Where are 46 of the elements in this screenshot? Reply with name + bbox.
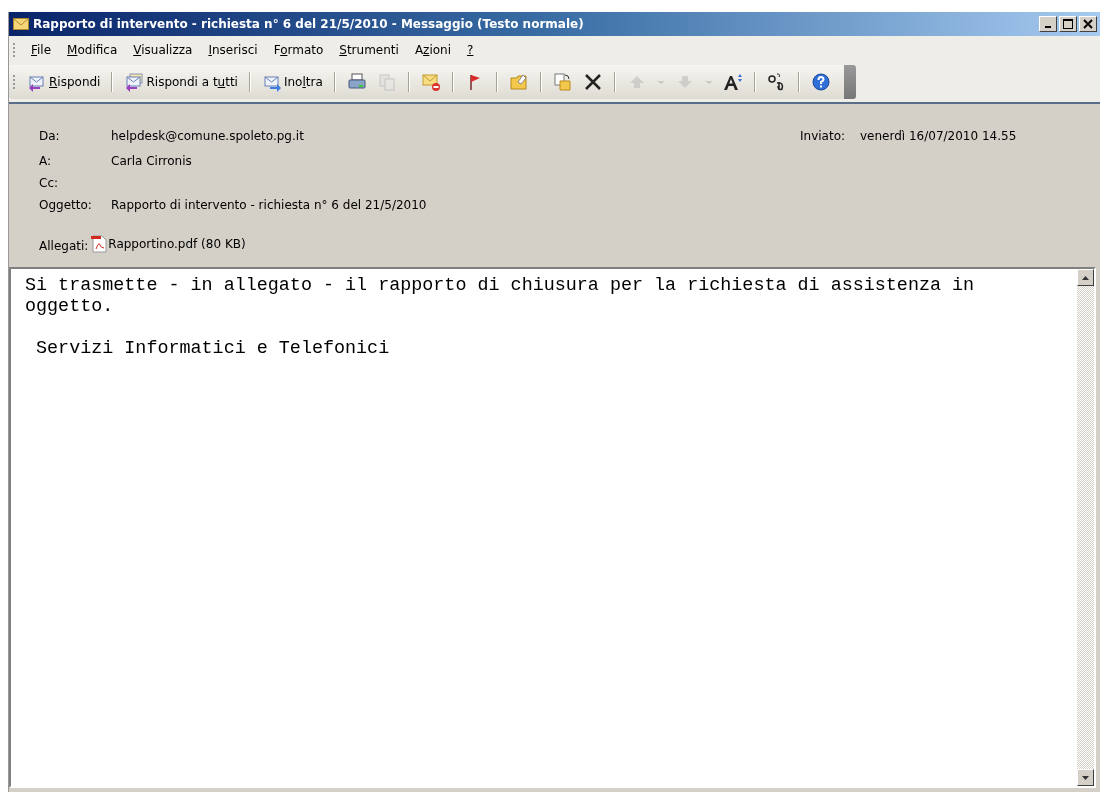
down-arrow-icon: [1082, 775, 1089, 780]
minimize-button[interactable]: [1039, 16, 1057, 32]
recipient-name: Carla Cirronis: [111, 154, 192, 168]
sender-address: helpdesk@comune.spoleto.pg.it: [111, 129, 305, 143]
envelope-icon: [13, 18, 29, 30]
paste-folder-icon: [552, 72, 573, 92]
help-icon: [810, 72, 831, 92]
menu-item[interactable]: Formato: [266, 41, 331, 59]
subject-text: Rapporto di intervento - richiesta n° 6 del 21/5/2010: [111, 198, 427, 212]
font-size-icon: [722, 72, 743, 92]
window-title: Rapporto di intervento - richiesta n° 6 del 21/5/2010 - Messaggio (Testo normale): [33, 17, 585, 31]
field-label: Cc:: [39, 176, 60, 190]
toolbar-options-icon[interactable]: [843, 65, 856, 99]
menu-item[interactable]: ?: [460, 41, 481, 59]
field-label: A:: [39, 154, 53, 168]
scroll-up-button[interactable]: [1077, 269, 1094, 286]
sent-date: venerdì 16/07/2010 14.55: [860, 129, 1018, 143]
pdf-file-icon: [91, 235, 108, 253]
field-label: Da:: [39, 129, 61, 143]
minimize-icon: [1045, 26, 1051, 28]
scroll-down-button[interactable]: [1077, 769, 1094, 786]
field-label: Allegati:: [39, 239, 89, 253]
menu-item[interactable]: Inserisci: [201, 41, 265, 59]
up-arrow-icon: [1082, 275, 1089, 280]
vertical-scrollbar[interactable]: [1077, 269, 1094, 786]
menu-item[interactable]: File: [24, 41, 59, 59]
forward-button[interactable]: Inoltra: [256, 70, 328, 94]
delete-icon: [582, 72, 603, 92]
field-label: Inviato:: [800, 129, 847, 143]
menu-item[interactable]: Visualizza: [126, 41, 200, 59]
reply-all-button[interactable]: Rispondi a tutti: [119, 70, 243, 94]
attachment-link[interactable]: Rapportino.pdf (80 KB): [108, 237, 246, 251]
close-icon: [1083, 19, 1093, 29]
printer-icon: [346, 72, 367, 92]
maximize-button[interactable]: [1059, 16, 1077, 32]
menu-item[interactable]: Modifica: [60, 41, 125, 59]
maximize-icon: [1063, 19, 1073, 29]
reply-all-envelope-icon: [124, 72, 145, 92]
menu-item[interactable]: Strumenti: [332, 41, 406, 59]
reply-button[interactable]: Rispondi: [22, 70, 106, 94]
menu-item[interactable]: Azioni: [407, 41, 459, 59]
envelope-minus-icon: [420, 72, 441, 92]
copy-icon: [376, 72, 397, 92]
close-button[interactable]: [1079, 16, 1097, 32]
field-label: Oggetto:: [39, 198, 93, 212]
folder-icon: [508, 72, 529, 92]
